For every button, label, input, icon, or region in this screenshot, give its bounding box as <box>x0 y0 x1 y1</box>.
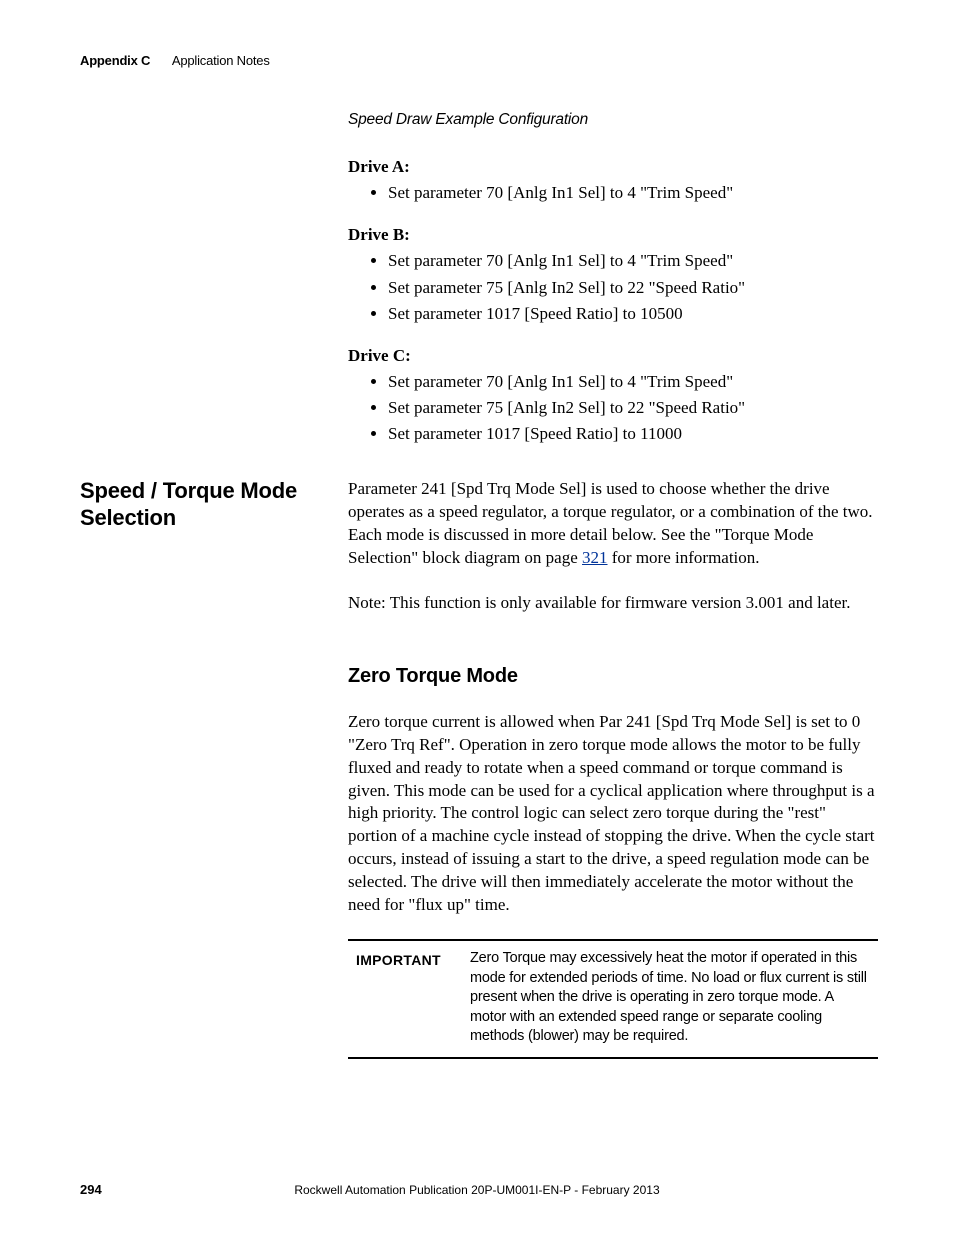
list-item: Set parameter 1017 [Speed Ratio] to 1100… <box>388 423 878 445</box>
running-header: Appendix C Application Notes <box>80 53 270 68</box>
publication-footer: Rockwell Automation Publication 20P-UM00… <box>0 1183 954 1197</box>
page-reference-link[interactable]: 321 <box>582 548 608 567</box>
drive-b-list: Set parameter 70 [Anlg In1 Sel] to 4 "Tr… <box>348 250 878 324</box>
drive-b-label: Drive B: <box>348 224 878 246</box>
page: Appendix C Application Notes Speed Draw … <box>0 0 954 1235</box>
list-item: Set parameter 70 [Anlg In1 Sel] to 4 "Tr… <box>388 371 878 393</box>
chapter-label: Application Notes <box>172 53 270 68</box>
drive-c-list: Set parameter 70 [Anlg In1 Sel] to 4 "Tr… <box>348 371 878 445</box>
list-item: Set parameter 70 [Anlg In1 Sel] to 4 "Tr… <box>388 182 878 204</box>
speed-torque-section: Parameter 241 [Spd Trq Mode Sel] is used… <box>348 478 878 1059</box>
important-label: IMPORTANT <box>348 940 462 1058</box>
list-item: Set parameter 75 [Anlg In2 Sel] to 22 "S… <box>388 397 878 419</box>
list-item: Set parameter 70 [Anlg In1 Sel] to 4 "Tr… <box>388 250 878 272</box>
drive-a-list: Set parameter 70 [Anlg In1 Sel] to 4 "Tr… <box>348 182 878 204</box>
zero-torque-para: Zero torque current is allowed when Par … <box>348 711 878 917</box>
important-box: IMPORTANT Zero Torque may excessively he… <box>348 939 878 1059</box>
side-heading-speed-torque: Speed / Torque Mode Selection <box>80 478 320 532</box>
zero-torque-heading: Zero Torque Mode <box>348 663 878 689</box>
list-item: Set parameter 75 [Anlg In2 Sel] to 22 "S… <box>388 277 878 299</box>
important-body: Zero Torque may excessively heat the mot… <box>462 940 878 1058</box>
para-text-b: for more information. <box>608 548 760 567</box>
drive-c-label: Drive C: <box>348 345 878 367</box>
list-item: Set parameter 1017 [Speed Ratio] to 1050… <box>388 303 878 325</box>
speed-draw-title: Speed Draw Example Configuration <box>348 110 878 130</box>
speed-torque-note: Note: This function is only available fo… <box>348 592 878 615</box>
appendix-label: Appendix C <box>80 53 150 68</box>
speed-draw-section: Speed Draw Example Configuration Drive A… <box>348 110 878 449</box>
drive-a-label: Drive A: <box>348 156 878 178</box>
speed-torque-para: Parameter 241 [Spd Trq Mode Sel] is used… <box>348 478 878 570</box>
